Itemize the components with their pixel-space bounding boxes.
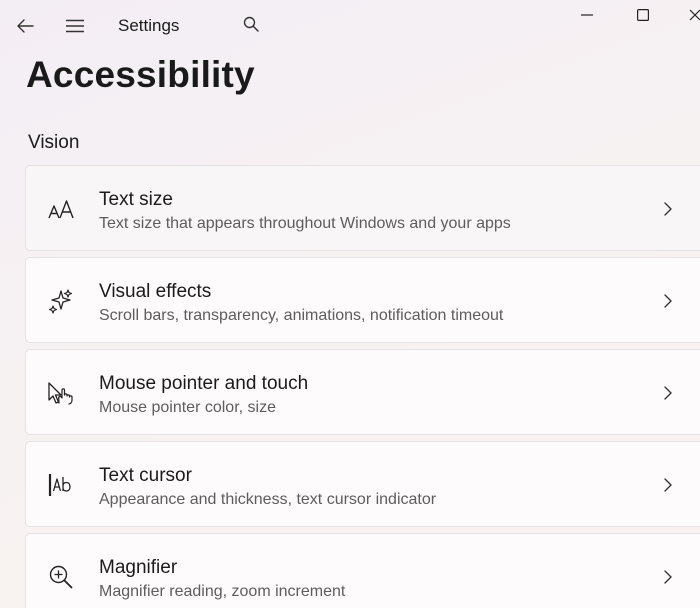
hamburger-icon — [66, 19, 84, 33]
setting-item-title: Text size — [99, 189, 173, 210]
back-button[interactable] — [8, 10, 42, 42]
setting-item-mouse-pointer-and-touch[interactable]: Mouse pointer and touch Mouse pointer co… — [25, 349, 700, 435]
setting-item-text-cursor[interactable]: Text cursor Appearance and thickness, te… — [25, 441, 700, 527]
chevron-right-icon — [660, 476, 676, 494]
close-button[interactable] — [680, 0, 700, 30]
setting-item-text-size[interactable]: Text size Text size that appears through… — [25, 165, 700, 251]
maximize-button[interactable] — [622, 0, 664, 30]
setting-item-subtitle: Text size that appears throughout Window… — [99, 215, 511, 232]
title-bar: Settings — [0, 0, 700, 52]
app-title: Settings — [118, 16, 180, 35]
settings-list: Text size Text size that appears through… — [25, 165, 700, 608]
close-icon — [689, 9, 700, 21]
setting-item-subtitle: Scroll bars, transparency, animations, n… — [99, 307, 504, 324]
navigation-menu-button[interactable] — [58, 10, 92, 42]
text-size-icon — [46, 195, 76, 223]
chevron-right-icon — [660, 200, 676, 218]
sparkle-icon — [46, 287, 76, 315]
setting-item-subtitle: Appearance and thickness, text cursor in… — [99, 491, 437, 508]
chevron-right-icon — [660, 384, 676, 402]
magnifier-icon — [46, 563, 76, 591]
setting-item-title: Text cursor — [99, 465, 192, 486]
minimize-icon — [581, 14, 593, 16]
pointer-hand-icon — [46, 379, 76, 407]
chevron-right-icon — [660, 292, 676, 310]
setting-item-title: Visual effects — [99, 281, 212, 302]
setting-item-subtitle: Mouse pointer color, size — [99, 399, 276, 416]
back-arrow-icon — [16, 18, 34, 34]
search-button[interactable] — [236, 8, 266, 40]
section-heading-vision: Vision — [28, 132, 80, 153]
chevron-right-icon — [660, 568, 676, 586]
search-icon — [243, 16, 259, 32]
setting-item-magnifier[interactable]: Magnifier Magnifier reading, zoom increm… — [25, 533, 700, 608]
setting-item-title: Mouse pointer and touch — [99, 373, 309, 394]
setting-item-visual-effects[interactable]: Visual effects Scroll bars, transparency… — [25, 257, 700, 343]
minimize-button[interactable] — [566, 0, 608, 30]
page-title: Accessibility — [26, 54, 255, 95]
setting-item-subtitle: Magnifier reading, zoom increment — [99, 583, 346, 600]
text-cursor-icon — [46, 471, 76, 499]
setting-item-title: Magnifier — [99, 557, 178, 578]
maximize-icon — [637, 9, 649, 21]
